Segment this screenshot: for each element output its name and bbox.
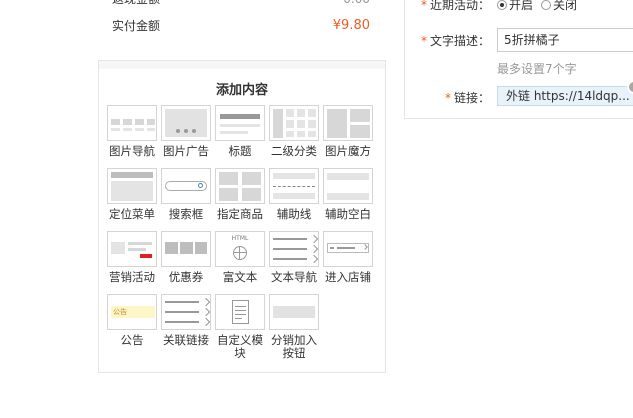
radio-checked-icon (497, 0, 507, 10)
text-nav-thumb-icon (269, 231, 319, 267)
distribution-join-thumb-icon (269, 294, 319, 330)
activity-off-radio[interactable]: 关闭 (541, 0, 577, 13)
tile-label: 优惠券 (168, 270, 204, 284)
blank-space-thumb-icon (323, 168, 373, 204)
specified-goods-thumb-icon (215, 168, 265, 204)
marketing-thumb-icon (107, 231, 157, 267)
tile-label: 图片导航 (109, 144, 155, 158)
tile-label: 营销活动 (109, 270, 155, 284)
tile-label: 图片广告 (163, 144, 209, 158)
tile-label: 标题 (228, 144, 252, 158)
tile-blank-space[interactable]: 辅助空白 (323, 168, 375, 221)
tile-label: 定位菜单 (109, 207, 155, 221)
desc-label: * 文字描述： (421, 34, 491, 48)
tile-marketing[interactable]: 营销活动 (107, 231, 159, 284)
tile-label: 分销加入按钮 (271, 333, 317, 360)
search-box-thumb-icon (161, 168, 211, 204)
tile-label: 文本导航 (271, 270, 317, 284)
tile-label: 二级分类 (271, 144, 317, 158)
link-value[interactable]: 外链 https://14ldqp... (497, 86, 633, 106)
desc-input[interactable]: 5折拼橘子 (497, 28, 633, 52)
tile-rich-text[interactable]: HTML 富文本 (215, 231, 267, 284)
tile-related-links[interactable]: 关联链接 (161, 294, 213, 347)
tile-label: 图片魔方 (325, 144, 371, 158)
tile-label: 指定商品 (217, 207, 263, 221)
activity-label: * 近期活动： (421, 0, 491, 12)
notice-thumb-icon: 公告 (107, 294, 157, 330)
document-icon (232, 300, 249, 324)
activity-on-radio[interactable]: 开启 (497, 0, 533, 13)
tile-label: 自定义模块 (217, 333, 263, 360)
tile-search-box[interactable]: 搜索框 (161, 168, 213, 221)
tile-label: 公告 (120, 333, 144, 347)
tile-notice[interactable]: 公告 公告 (107, 294, 159, 347)
total-label: 实付金额 (112, 19, 161, 33)
cashback-value: 0.00 (343, 0, 370, 9)
enter-store-thumb-icon (323, 231, 373, 267)
tile-title[interactable]: 标题 (215, 105, 267, 158)
panel-title: 添加内容 (215, 83, 268, 98)
tile-text-nav[interactable]: 文本导航 (269, 231, 321, 284)
tile-label: 富文本 (222, 270, 258, 284)
tile-specified-goods[interactable]: 指定商品 (215, 168, 267, 221)
title-thumb-icon (215, 105, 265, 141)
search-icon (198, 183, 203, 188)
add-content-panel: 添加内容 图片导航 图片广告 标题 二级分类 图片魔方 定位菜单 搜索框 指定商… (98, 60, 386, 373)
radio-unchecked-icon (541, 0, 551, 10)
tile-enter-store[interactable]: 进入店铺 (323, 231, 375, 284)
related-links-thumb-icon (161, 294, 211, 330)
html-thumb-label: HTML (231, 235, 249, 242)
cashback-row: 返现金额 0.00 (112, 0, 374, 9)
tile-label: 关联链接 (163, 333, 209, 347)
tile-image-ad[interactable]: 图片广告 (161, 105, 213, 158)
tile-location-menu[interactable]: 定位菜单 (107, 168, 159, 221)
tile-image-nav[interactable]: 图片导航 (107, 105, 159, 158)
link-label: * 链接： (445, 91, 491, 105)
required-star: * (421, 0, 427, 12)
cashback-label: 返现金额 (112, 0, 160, 9)
total-value: ¥9.80 (332, 18, 370, 33)
tile-custom-module[interactable]: 自定义模块 (215, 294, 267, 360)
notice-thumb-label: 公告 (111, 306, 155, 318)
tile-label: 辅助线 (276, 207, 312, 221)
location-menu-thumb-icon (107, 168, 157, 204)
tile-image-cube[interactable]: 图片魔方 (323, 105, 375, 158)
image-ad-thumb-icon (161, 105, 211, 141)
panel-top-strip (99, 61, 385, 69)
image-cube-thumb-icon (323, 105, 373, 141)
tile-label: 搜索框 (168, 207, 204, 221)
image-nav-thumb-icon (107, 105, 157, 141)
tile-distribution-join-button[interactable]: 分销加入按钮 (269, 294, 321, 360)
divider-line-thumb-icon (269, 168, 319, 204)
required-star: * (445, 91, 451, 105)
rich-text-thumb-icon: HTML (215, 231, 265, 267)
ad-edit-form: * 近期活动： 开启 关闭 * 文字描述： 5折拼橘子 最多设置7个字 * 链接： 外… (404, 0, 633, 119)
total-row: 实付金额 ¥9.80 (112, 16, 374, 36)
sub-category-thumb-icon (269, 105, 319, 141)
coupon-thumb-icon (161, 231, 211, 267)
tile-label: 进入店铺 (325, 270, 371, 284)
tile-coupon[interactable]: 优惠券 (161, 231, 213, 284)
custom-module-thumb-icon (215, 294, 265, 330)
tile-label: 辅助空白 (325, 207, 371, 221)
required-star: * (421, 34, 427, 48)
tile-divider-line[interactable]: 辅助线 (269, 168, 321, 221)
tile-sub-category[interactable]: 二级分类 (269, 105, 321, 158)
desc-hint: 最多设置7个字 (497, 62, 577, 76)
